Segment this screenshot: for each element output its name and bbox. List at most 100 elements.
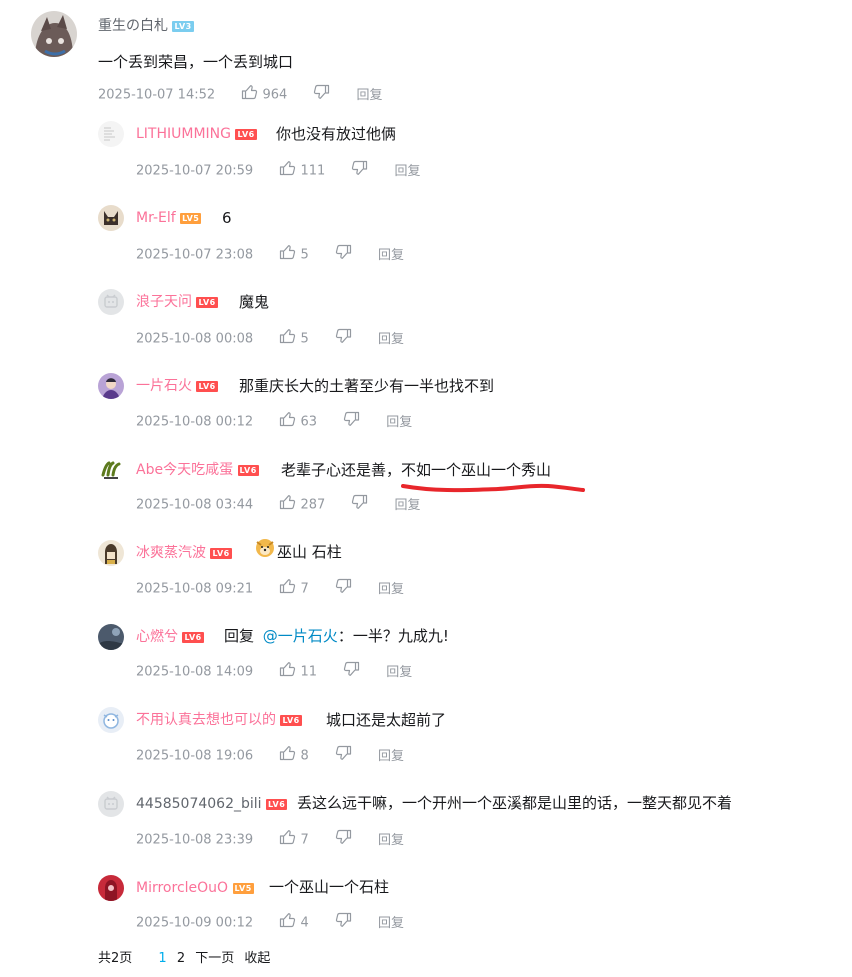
reply-text: 老辈子心还是善，不如一个巫山一个秀山	[281, 461, 552, 479]
reply-username[interactable]: Abe今天吃咸蛋	[136, 462, 233, 478]
reply-avatar[interactable]	[98, 791, 124, 817]
reply-meta: 2025-10-08 00:08 5 回复	[136, 328, 404, 350]
dislike-icon[interactable]	[313, 84, 330, 106]
comment-time: 2025-10-08 14:09	[136, 664, 254, 680]
like-count: 8	[300, 748, 309, 764]
dislike-icon[interactable]	[335, 745, 352, 767]
reply-username[interactable]: 不用认真去想也可以的	[136, 712, 276, 728]
reply-avatar[interactable]	[98, 875, 124, 901]
comment-time: 2025-10-07 20:59	[136, 163, 254, 179]
reply-meta: 2025-10-08 19:06 8 回复	[136, 745, 404, 767]
reply-username[interactable]: 心燃兮	[136, 629, 178, 645]
comment-time: 2025-10-09 00:12	[136, 915, 254, 931]
reply-avatar[interactable]	[98, 624, 124, 650]
reply-avatar[interactable]	[98, 289, 124, 315]
level-badge: LV6	[196, 380, 218, 392]
reply-username[interactable]: MirrorcleOuO	[136, 880, 228, 896]
reply-username-row[interactable]: 冰爽蒸汽波 LV6	[136, 543, 232, 563]
like-icon[interactable]	[279, 494, 296, 516]
reply-username-row[interactable]: 不用认真去想也可以的 LV6	[136, 710, 302, 730]
reply-button[interactable]: 回复	[386, 415, 412, 430]
reply-username-row[interactable]: Abe今天吃咸蛋 LV6	[136, 460, 259, 480]
like-count: 11	[300, 664, 317, 680]
dislike-icon[interactable]	[335, 912, 352, 934]
reply-text: 城口还是太超前了	[326, 711, 447, 729]
mention-link[interactable]: @一片石火	[263, 627, 338, 645]
like-count: 5	[300, 331, 309, 347]
reply-username-row[interactable]: Mr-Elf LV5	[136, 208, 202, 228]
reply-button[interactable]: 回复	[378, 749, 404, 764]
dislike-icon[interactable]	[351, 160, 368, 182]
like-count: 63	[300, 414, 317, 430]
reply-button[interactable]: 回复	[378, 248, 404, 263]
reply-username[interactable]: Mr-Elf	[136, 210, 176, 226]
dislike-icon[interactable]	[335, 328, 352, 350]
dislike-icon[interactable]	[335, 244, 352, 266]
dislike-icon[interactable]	[351, 494, 368, 516]
dislike-icon[interactable]	[335, 578, 352, 600]
like-icon[interactable]	[279, 912, 296, 934]
like-icon[interactable]	[279, 661, 296, 683]
like-icon[interactable]	[279, 829, 296, 851]
reply-username-row[interactable]: MirrorcleOuO LV5	[136, 878, 254, 898]
like-icon[interactable]	[279, 160, 296, 182]
like-icon[interactable]	[279, 745, 296, 767]
like-count: 964	[262, 87, 288, 103]
comment-time: 2025-10-08 00:08	[136, 331, 254, 347]
reply-username-row[interactable]: 44585074062_bili LV6	[136, 794, 288, 814]
reply-button[interactable]: 回复	[378, 916, 404, 931]
reply-text: 6	[222, 209, 232, 227]
level-badge: LV6	[266, 798, 288, 810]
reply-avatar[interactable]	[98, 707, 124, 733]
like-count: 287	[300, 497, 326, 513]
reply-avatar[interactable]	[98, 121, 124, 147]
reply-username[interactable]: LITHIUMMING	[136, 126, 231, 142]
page-2-link[interactable]: 2	[177, 951, 185, 966]
like-icon[interactable]	[279, 578, 296, 600]
reply-meta: 2025-10-08 14:09 11 回复	[136, 661, 412, 683]
reply-meta: 2025-10-08 03:44 287 回复	[136, 494, 421, 516]
main-username-text[interactable]: 重生の白札	[98, 18, 168, 34]
reply-username-row[interactable]: 一片石火 LV6	[136, 376, 218, 396]
reply-username-row[interactable]: 心燃兮 LV6	[136, 627, 204, 647]
reply-username[interactable]: 一片石火	[136, 378, 192, 394]
main-username[interactable]: 重生の白札 LV3	[98, 16, 194, 36]
reply-button[interactable]: 回复	[378, 582, 404, 597]
comment-time: 2025-10-08 19:06	[136, 748, 254, 764]
reply-username-row[interactable]: LITHIUMMING LV6	[136, 124, 257, 144]
reply-button[interactable]: 回复	[395, 164, 421, 179]
reply-button[interactable]: 回复	[395, 498, 421, 513]
reply-username[interactable]: 44585074062_bili	[136, 796, 262, 812]
reply-button[interactable]: 回复	[357, 88, 383, 103]
collapse-link[interactable]: 收起	[244, 951, 270, 966]
main-avatar[interactable]	[31, 11, 77, 57]
level-badge: LV3	[172, 20, 194, 32]
like-icon[interactable]	[279, 328, 296, 350]
reply-prefix: 回复	[224, 627, 255, 645]
reply-button[interactable]: 回复	[386, 665, 412, 680]
reply-username-row[interactable]: 浪子天问 LV6	[136, 292, 218, 312]
like-icon[interactable]	[241, 84, 258, 106]
reply-avatar[interactable]	[98, 540, 124, 566]
next-page-link[interactable]: 下一页	[195, 951, 234, 966]
reply-text: 那重庆长大的土著至少有一半也找不到	[239, 377, 495, 395]
like-icon[interactable]	[279, 411, 296, 433]
dislike-icon[interactable]	[335, 829, 352, 851]
reply-button[interactable]: 回复	[378, 833, 404, 848]
comment-time: 2025-10-08 03:44	[136, 497, 254, 513]
reply-meta: 2025-10-08 00:12 63 回复	[136, 411, 412, 433]
dislike-icon[interactable]	[343, 411, 360, 433]
reply-text: 巫山 石柱	[277, 543, 342, 561]
level-badge: LV5	[180, 212, 202, 224]
page-1-link[interactable]: 1	[158, 951, 166, 966]
reply-username[interactable]: 冰爽蒸汽波	[136, 545, 206, 561]
reply-avatar[interactable]	[98, 457, 124, 483]
reply-button[interactable]: 回复	[378, 332, 404, 347]
reply-username[interactable]: 浪子天问	[136, 294, 192, 310]
reply-avatar[interactable]	[98, 373, 124, 399]
level-badge: LV6	[237, 464, 259, 476]
reply-avatar[interactable]	[98, 205, 124, 231]
dislike-icon[interactable]	[343, 661, 360, 683]
reply-text-row: 回复 @一片石火：一半？九成九!	[224, 625, 449, 647]
like-icon[interactable]	[279, 244, 296, 266]
